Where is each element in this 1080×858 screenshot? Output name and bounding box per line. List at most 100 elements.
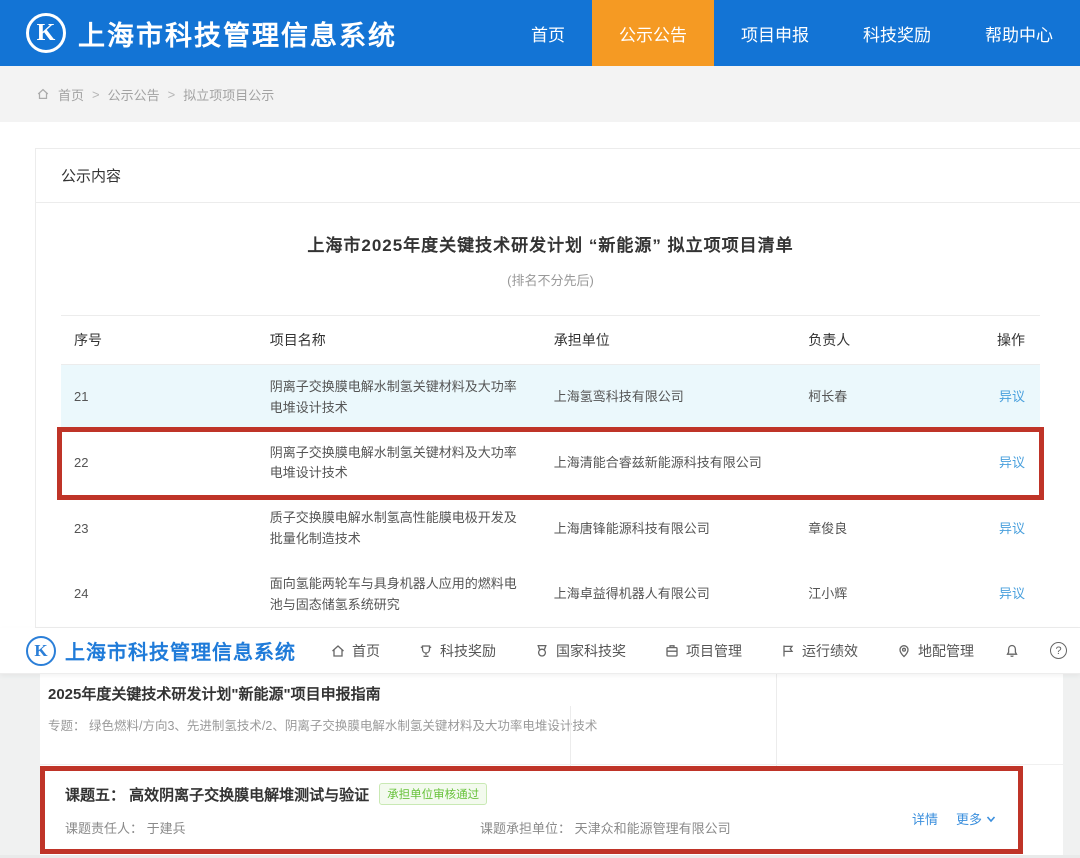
more-link[interactable]: 更多 bbox=[956, 809, 996, 828]
cell-project-name: 阴离子交换膜电解水制氢关键材料及大功率电堆设计技术 bbox=[257, 431, 541, 497]
portal-menu-label: 科技奖励 bbox=[440, 641, 496, 661]
trophy-icon bbox=[418, 643, 434, 659]
portal-menu-performance[interactable]: 运行绩效 bbox=[780, 641, 858, 661]
home-icon bbox=[330, 643, 346, 659]
dissent-link[interactable]: 异议 bbox=[999, 521, 1025, 536]
portal-menu-home[interactable]: 首页 bbox=[330, 641, 380, 661]
top-nav: 首页 公示公告 项目申报 科技奖励 帮助中心 bbox=[504, 0, 1080, 66]
table-row-highlighted: 22 阴离子交换膜电解水制氢关键材料及大功率电堆设计技术 上海清能合睿兹新能源科… bbox=[61, 431, 1040, 497]
app-logo-icon: K bbox=[26, 13, 66, 53]
column-divider bbox=[776, 674, 777, 766]
notice-card: 公示内容 上海市2025年度关键技术研发计划 “新能源” 拟立项项目清单 (排名… bbox=[35, 148, 1080, 628]
portal-logo-letter: K bbox=[34, 641, 47, 661]
portal-menu-label: 运行绩效 bbox=[802, 641, 858, 661]
notice-body: 上海市2025年度关键技术研发计划 “新能源” 拟立项项目清单 (排名不分先后)… bbox=[36, 203, 1080, 627]
portal-menu-national-award[interactable]: 国家科技奖 bbox=[534, 641, 626, 661]
table-row: 21 阴离子交换膜电解水制氢关键材料及大功率电堆设计技术 上海氢鸾科技有限公司 … bbox=[61, 365, 1040, 431]
portal-menu-project-mgmt[interactable]: 项目管理 bbox=[664, 641, 742, 661]
notice-list-subtitle: (排名不分先后) bbox=[61, 270, 1040, 289]
cell-no: 22 bbox=[61, 431, 257, 497]
flag-icon bbox=[780, 643, 796, 659]
cell-leader: 章俊良 bbox=[795, 496, 952, 562]
home-icon bbox=[36, 87, 50, 101]
lower-section: 2025年度关键技术研发计划"新能源"项目申报指南 专题： 绿色燃料/方向3、先… bbox=[0, 674, 1080, 858]
breadcrumb-separator: > bbox=[92, 87, 100, 102]
detail-link[interactable]: 详情 bbox=[912, 809, 938, 828]
notification-button[interactable] bbox=[1004, 643, 1020, 659]
col-header-name: 项目名称 bbox=[257, 316, 541, 365]
cell-project-name: 阴离子交换膜电解水制氢关键材料及大功率电堆设计技术 bbox=[257, 365, 541, 431]
portal-logo-icon: K bbox=[26, 636, 56, 666]
more-link-label: 更多 bbox=[956, 809, 982, 828]
project-table: 序号 项目名称 承担单位 负责人 操作 21 阴离子交换膜电解水制氢关键材料及大… bbox=[61, 315, 1040, 627]
project-icon bbox=[664, 643, 680, 659]
location-icon bbox=[896, 643, 912, 659]
topic-leader: 课题责任人： 于建兵 bbox=[65, 818, 480, 837]
col-header-leader: 负责人 bbox=[795, 316, 952, 365]
guide-block: 2025年度关键技术研发计划"新能源"项目申报指南 专题： 绿色燃料/方向3、先… bbox=[0, 674, 1080, 734]
table-row: 24 面向氢能两轮车与具身机器人应用的燃料电池与固态储氢系统研究 上海卓益得机器… bbox=[61, 562, 1040, 628]
dissent-link[interactable]: 异议 bbox=[999, 455, 1025, 470]
cell-leader: 江小辉 bbox=[795, 562, 952, 628]
topic-org: 课题承担单位： 天津众和能源管理有限公司 bbox=[480, 818, 731, 837]
nav-item-help-center[interactable]: 帮助中心 bbox=[958, 0, 1080, 66]
portal-menu-label: 地配管理 bbox=[918, 641, 974, 661]
app-logo-letter: K bbox=[37, 20, 56, 47]
topic-actions: 详情 更多 bbox=[912, 809, 996, 828]
dissent-link[interactable]: 异议 bbox=[999, 389, 1025, 404]
app-title: 上海市科技管理信息系统 bbox=[78, 14, 397, 53]
dissent-link[interactable]: 异议 bbox=[999, 586, 1025, 601]
table-row: 23 质子交换膜电解水制氢高性能膜电极开发及批量化制造技术 上海唐锋能源科技有限… bbox=[61, 496, 1040, 562]
portal-header: K 上海市科技管理信息系统 首页 科技奖励 国家科技奖 项目管理 运行绩效 地配… bbox=[0, 628, 1080, 674]
help-icon bbox=[1050, 642, 1067, 659]
cell-org: 上海卓益得机器人有限公司 bbox=[541, 562, 796, 628]
breadcrumb-home[interactable]: 首页 bbox=[58, 85, 84, 104]
cell-org: 上海清能合睿兹新能源科技有限公司 bbox=[541, 431, 796, 497]
breadcrumb: 首页 > 公示公告 > 拟立项项目公示 bbox=[0, 66, 1080, 122]
col-header-no: 序号 bbox=[61, 316, 257, 365]
nav-item-awards[interactable]: 科技奖励 bbox=[836, 0, 958, 66]
portal-menu-label: 项目管理 bbox=[686, 641, 742, 661]
cell-project-name: 面向氢能两轮车与具身机器人应用的燃料电池与固态储氢系统研究 bbox=[257, 562, 541, 628]
cell-leader bbox=[795, 431, 952, 497]
nav-item-project-apply[interactable]: 项目申报 bbox=[714, 0, 836, 66]
cell-no: 24 bbox=[61, 562, 257, 628]
breadcrumb-separator: > bbox=[168, 87, 176, 102]
col-header-action: 操作 bbox=[952, 316, 1040, 365]
row-divider bbox=[40, 764, 1063, 765]
right-gutter bbox=[1063, 674, 1080, 858]
bell-icon bbox=[1004, 643, 1020, 659]
top-header: K 上海市科技管理信息系统 首页 公示公告 项目申报 科技奖励 帮助中心 bbox=[0, 0, 1080, 66]
left-gutter bbox=[0, 674, 40, 858]
portal-menu-label: 国家科技奖 bbox=[556, 641, 626, 661]
notice-section-title: 公示内容 bbox=[36, 149, 1080, 203]
help-button[interactable] bbox=[1050, 642, 1067, 659]
nav-item-home[interactable]: 首页 bbox=[504, 0, 592, 66]
portal-title: 上海市科技管理信息系统 bbox=[65, 636, 296, 665]
cell-no: 21 bbox=[61, 365, 257, 431]
cell-leader: 柯长春 bbox=[795, 365, 952, 431]
notice-list-title: 上海市2025年度关键技术研发计划 “新能源” 拟立项项目清单 bbox=[61, 231, 1040, 256]
review-status-badge: 承担单位审核通过 bbox=[379, 783, 487, 805]
portal-menu: 首页 科技奖励 国家科技奖 项目管理 运行绩效 地配管理 bbox=[330, 641, 974, 661]
table-header-row: 序号 项目名称 承担单位 负责人 操作 bbox=[61, 316, 1040, 365]
chevron-down-icon bbox=[986, 814, 996, 824]
guide-subject: 专题： 绿色燃料/方向3、先进制氢技术/2、阴离子交换膜电解水制氢关键材料及大功… bbox=[48, 715, 1080, 734]
nav-item-announcements[interactable]: 公示公告 bbox=[592, 0, 714, 66]
cell-no: 23 bbox=[61, 496, 257, 562]
topic-title: 课题五： 高效阴离子交换膜电解堆测试与验证 bbox=[65, 784, 369, 805]
topic-highlight-box: 课题五： 高效阴离子交换膜电解堆测试与验证 承担单位审核通过 课题责任人： 于建… bbox=[40, 766, 1023, 854]
cell-org: 上海唐锋能源科技有限公司 bbox=[541, 496, 796, 562]
cell-project-name: 质子交换膜电解水制氢高性能膜电极开发及批量化制造技术 bbox=[257, 496, 541, 562]
breadcrumb-announcements[interactable]: 公示公告 bbox=[108, 85, 160, 104]
award-icon bbox=[534, 643, 550, 659]
main-content: 公示内容 上海市2025年度关键技术研发计划 “新能源” 拟立项项目清单 (排名… bbox=[0, 122, 1080, 628]
portal-menu-allocation[interactable]: 地配管理 bbox=[896, 641, 974, 661]
column-divider bbox=[570, 706, 571, 766]
guide-title: 2025年度关键技术研发计划"新能源"项目申报指南 bbox=[48, 683, 1080, 704]
col-header-org: 承担单位 bbox=[541, 316, 796, 365]
portal-menu-awards[interactable]: 科技奖励 bbox=[418, 641, 496, 661]
cell-org: 上海氢鸾科技有限公司 bbox=[541, 365, 796, 431]
portal-menu-label: 首页 bbox=[352, 641, 380, 661]
breadcrumb-current: 拟立项项目公示 bbox=[183, 85, 274, 104]
